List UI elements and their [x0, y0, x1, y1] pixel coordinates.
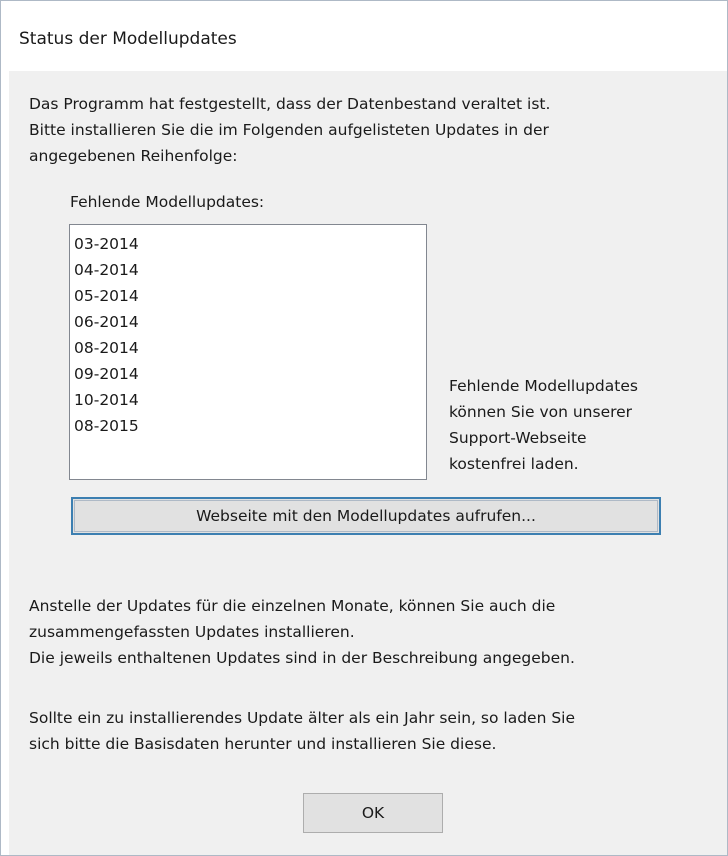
combined-updates-line: Die jeweils enthaltenen Updates sind in …: [29, 649, 575, 667]
intro-line: angegebenen Reihenfolge:: [29, 147, 238, 165]
ok-button[interactable]: OK: [303, 793, 443, 833]
combined-updates-text: Anstelle der Updates für die einzelnen M…: [29, 593, 575, 671]
missing-updates-listbox[interactable]: 03-2014 04-2014 05-2014 06-2014 08-2014 …: [69, 224, 427, 480]
basisdaten-text: Sollte ein zu installierendes Update ält…: [29, 705, 575, 757]
intro-line: Bitte installieren Sie die im Folgenden …: [29, 121, 549, 139]
open-website-button[interactable]: Webseite mit den Modellupdates aufrufen.…: [71, 497, 661, 535]
basisdaten-line: sich bitte die Basisdaten herunter und i…: [29, 735, 497, 753]
intro-line: Das Programm hat festgestellt, dass der …: [29, 95, 551, 113]
list-item[interactable]: 09-2014: [74, 361, 426, 387]
title-bar[interactable]: Status der Modellupdates: [1, 1, 727, 71]
list-item[interactable]: 06-2014: [74, 309, 426, 335]
missing-updates-label: Fehlende Modellupdates:: [70, 193, 265, 211]
support-note-line: können Sie von unserer: [449, 403, 633, 421]
list-item[interactable]: 03-2014: [74, 231, 426, 257]
dialog-window: Status der Modellupdates Das Programm ha…: [0, 0, 728, 856]
list-item[interactable]: 05-2014: [74, 283, 426, 309]
intro-text: Das Programm hat festgestellt, dass der …: [29, 91, 719, 169]
support-note-line: Support-Webseite: [449, 429, 587, 447]
basisdaten-line: Sollte ein zu installierendes Update ält…: [29, 709, 576, 727]
window-title: Status der Modellupdates: [19, 29, 237, 49]
combined-updates-line: zusammengefassten Updates installieren.: [29, 623, 355, 641]
list-item[interactable]: 08-2015: [74, 413, 426, 439]
dialog-content: Das Programm hat festgestellt, dass der …: [9, 71, 727, 855]
support-note: Fehlende Modellupdates können Sie von un…: [449, 373, 638, 477]
list-item[interactable]: 10-2014: [74, 387, 426, 413]
list-item[interactable]: 08-2014: [74, 335, 426, 361]
list-item[interactable]: 04-2014: [74, 257, 426, 283]
support-note-line: kostenfrei laden.: [449, 455, 579, 473]
combined-updates-line: Anstelle der Updates für die einzelnen M…: [29, 597, 556, 615]
support-note-line: Fehlende Modellupdates: [449, 377, 638, 395]
